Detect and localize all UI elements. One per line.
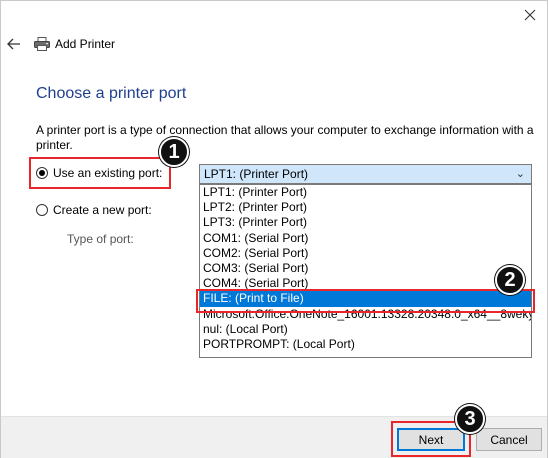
port-option[interactable]: LPT2: (Printer Port) — [200, 200, 531, 215]
existing-port-select-value: LPT1: (Printer Port) — [204, 167, 309, 181]
printer-icon — [34, 37, 50, 51]
cancel-button[interactable]: Cancel — [476, 428, 542, 451]
back-arrow-icon — [7, 38, 20, 50]
port-option[interactable]: COM3: (Serial Port) — [200, 261, 531, 276]
port-option[interactable]: LPT3: (Printer Port) — [200, 215, 531, 230]
page-description: A printer port is a type of connection t… — [36, 123, 534, 152]
create-new-port-radio[interactable]: Create a new port: — [36, 203, 152, 217]
step-badge-1: 1 — [159, 137, 189, 167]
create-new-port-label: Create a new port: — [53, 203, 152, 217]
title-bar: Add Printer — [1, 29, 547, 59]
window-title: Add Printer — [55, 37, 116, 51]
port-option[interactable]: PORTPROMPT: (Local Port) — [200, 337, 531, 352]
existing-port-select[interactable]: LPT1: (Printer Port) ⌄ — [199, 164, 532, 184]
chevron-down-icon: ⌄ — [515, 168, 525, 180]
port-option[interactable]: COM1: (Serial Port) — [200, 231, 531, 246]
step-badge-2: 2 — [495, 265, 525, 295]
add-printer-window: Add Printer Choose a printer port A prin… — [0, 0, 548, 458]
port-option[interactable]: COM2: (Serial Port) — [200, 246, 531, 261]
radio-button-unchecked[interactable] — [36, 204, 48, 216]
port-option[interactable]: nul: (Local Port) — [200, 322, 531, 337]
type-of-port-label: Type of port: — [67, 232, 134, 246]
callout-highlight-2 — [196, 289, 535, 313]
callout-highlight-1 — [29, 157, 171, 189]
page-heading: Choose a printer port — [36, 85, 187, 102]
port-option[interactable]: LPT1: (Printer Port) — [200, 185, 531, 200]
port-dropdown-list[interactable]: LPT1: (Printer Port) LPT2: (Printer Port)… — [199, 184, 532, 358]
close-icon — [524, 9, 536, 21]
close-button[interactable] — [519, 5, 541, 25]
back-button[interactable] — [5, 35, 23, 53]
step-badge-3: 3 — [455, 404, 485, 434]
